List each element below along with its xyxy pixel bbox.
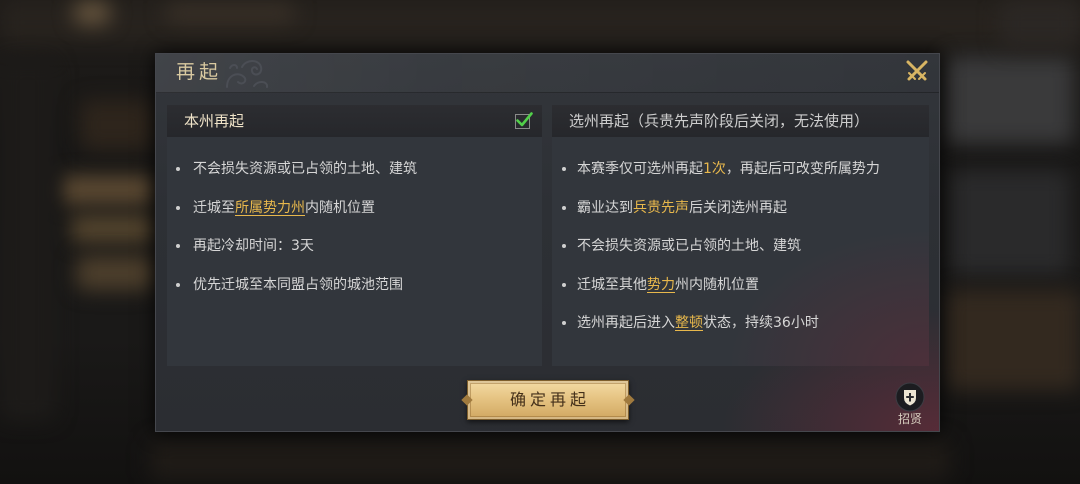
background-blur [0, 60, 55, 420]
background-blur [74, 2, 110, 24]
list-item: 霸业达到兵贵先声后关闭选州再起 [552, 189, 929, 228]
bullet-icon [176, 244, 180, 248]
item-text: 州内随机位置 [675, 276, 759, 293]
item-text: 不会损失资源或已占领的土地、建筑 [577, 238, 801, 254]
background-blur [150, 440, 950, 480]
option-header: 选州再起（兵贵先声阶段后关闭，无法使用） [552, 105, 929, 137]
bullet-icon [176, 282, 180, 287]
list-item: 本赛季仅可选州再起1次，再起后可改变所属势力 [552, 150, 929, 189]
background-blur [70, 216, 155, 242]
faction-link[interactable]: 势力 [647, 277, 675, 293]
item-text: 迁城至 [193, 199, 235, 216]
close-icon[interactable] [904, 58, 930, 84]
confirm-revive-button[interactable]: 确定再起 [467, 380, 629, 420]
option-header: 本州再起 [167, 105, 542, 137]
background-blur [80, 100, 155, 150]
background-blur [0, 0, 1080, 45]
item-text: 不会损失资源或已占领的土地、建筑 [193, 161, 417, 177]
shield-plus-icon [895, 382, 925, 412]
background-blur [60, 176, 155, 204]
list-item: 迁城至其他势力州内随机位置 [552, 266, 929, 305]
item-text: ，再起后可改变所属势力 [725, 161, 880, 177]
highlight-text: 1次 [703, 161, 726, 177]
bullet-icon [176, 205, 180, 210]
recruit-label: 招贤 [897, 412, 922, 426]
background-blur [76, 256, 155, 290]
background-blur [165, 4, 295, 22]
dialog-title: 再起 [176, 61, 223, 83]
green-checkmark-icon[interactable] [514, 111, 533, 130]
background-blur [946, 290, 1080, 390]
background-blur [1000, 0, 1080, 48]
item-text: 迁城至其他 [577, 276, 647, 293]
item-text: 选州再起后进入 [577, 315, 675, 331]
revive-dialog: 再起 本州再起 不会损失资源或已占领的土地、建筑 迁城至所属势力州内随机位置 再… [155, 53, 940, 432]
list-item: 优先迁城至本同盟占领的城池范围 [167, 266, 542, 305]
list-item: 迁城至所属势力州内随机位置 [167, 189, 542, 228]
bullet-icon [562, 205, 566, 210]
background-blur [950, 170, 1070, 275]
option-title: 本州再起 [184, 112, 245, 130]
game-screen: 再起 本州再起 不会损失资源或已占领的土地、建筑 迁城至所属势力州内随机位置 再… [0, 0, 1080, 484]
option-title: 选州再起（兵贵先声阶段后关闭，无法使用） [569, 112, 870, 130]
item-text: 再起冷却时间：3天 [193, 238, 314, 254]
item-text: 霸业达到 [577, 199, 633, 216]
item-text: 后关闭选州再起 [689, 199, 787, 216]
list-item: 不会损失资源或已占领的土地、建筑 [167, 150, 542, 189]
item-text: 状态，持续36小时 [703, 315, 819, 331]
bullet-icon [562, 282, 566, 287]
bullet-icon [562, 321, 566, 325]
rectify-status-link[interactable]: 整顿 [675, 315, 703, 331]
list-item: 选州再起后进入整顿状态，持续36小时 [552, 304, 929, 343]
recruit-button[interactable]: 招贤 [892, 382, 928, 426]
item-text: 本赛季仅可选州再起 [577, 161, 703, 177]
bullet-icon [562, 167, 566, 171]
bullet-icon [176, 167, 180, 171]
choose-state-revive-option[interactable]: 选州再起（兵贵先声阶段后关闭，无法使用） 本赛季仅可选州再起1次，再起后可改变所… [552, 105, 929, 366]
bullet-icon [562, 244, 566, 248]
dialog-title-bar: 再起 [156, 54, 939, 93]
option-details-list: 不会损失资源或已占领的土地、建筑 迁城至所属势力州内随机位置 再起冷却时间：3天… [167, 137, 542, 304]
item-text: 优先迁城至本同盟占领的城池范围 [193, 276, 403, 293]
item-text: 内随机位置 [305, 199, 375, 216]
local-revive-option[interactable]: 本州再起 不会损失资源或已占领的土地、建筑 迁城至所属势力州内随机位置 再起冷却… [167, 105, 542, 366]
option-details-list: 本赛季仅可选州再起1次，再起后可改变所属势力 霸业达到兵贵先声后关闭选州再起 不… [552, 137, 929, 343]
background-blur [946, 56, 1074, 144]
cloud-ornament-icon [226, 60, 269, 88]
list-item: 不会损失资源或已占领的土地、建筑 [552, 227, 929, 266]
list-item: 再起冷却时间：3天 [167, 227, 542, 266]
faction-state-link[interactable]: 所属势力州 [235, 200, 305, 216]
highlight-text: 兵贵先声 [633, 199, 689, 216]
